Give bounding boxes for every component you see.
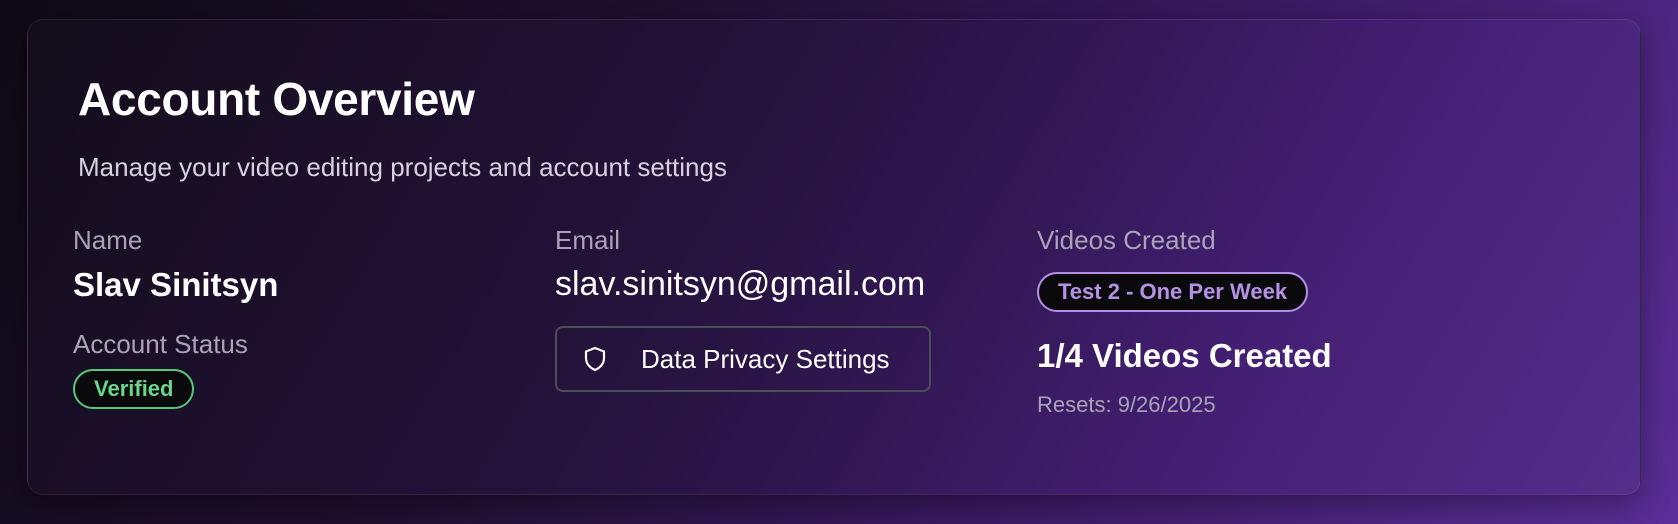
videos-created-label: Videos Created — [1037, 225, 1216, 255]
plan-badge: Test 2 - One Per Week — [1037, 272, 1309, 312]
account-overview-card: Account Overview Manage your video editi… — [27, 19, 1641, 495]
page-subtitle: Manage your video editing projects and a… — [78, 152, 727, 182]
name-label: Name — [73, 225, 143, 255]
page-title: Account Overview — [78, 73, 475, 125]
shield-icon — [581, 345, 609, 373]
videos-count: 1/4 Videos Created — [1037, 337, 1332, 374]
email-value: slav.sinitsyn@gmail.com — [555, 265, 926, 303]
status-badge: Verified — [73, 369, 195, 409]
account-status-label: Account Status — [73, 329, 248, 359]
name-value: Slav Sinitsyn — [73, 266, 279, 303]
resets-date: Resets: 9/26/2025 — [1037, 392, 1216, 417]
data-privacy-settings-label: Data Privacy Settings — [641, 343, 890, 374]
email-label: Email — [555, 225, 621, 255]
data-privacy-settings-button[interactable]: Data Privacy Settings — [555, 326, 931, 392]
